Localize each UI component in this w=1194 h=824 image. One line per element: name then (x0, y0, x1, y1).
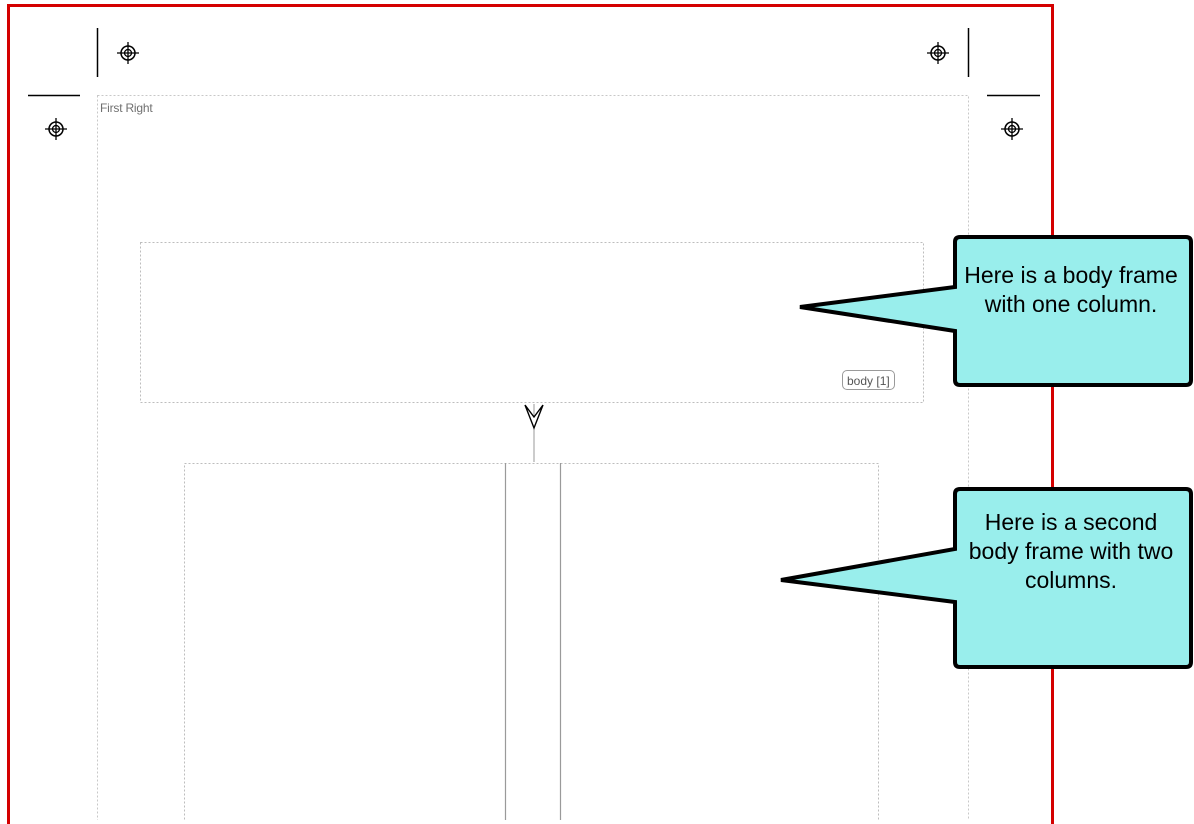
crop-marks (28, 28, 1040, 97)
frame-flow-arrow-icon[interactable] (524, 404, 544, 462)
body-frame-tag[interactable]: body [1] (842, 370, 895, 390)
registration-mark-top-right-icon (926, 41, 950, 65)
registration-mark-left-icon (44, 117, 68, 141)
page-name-label: First Right (100, 101, 153, 115)
registration-mark-top-left-icon (116, 41, 140, 65)
page-margin-outline (97, 95, 969, 820)
registration-mark-right-icon (1000, 117, 1024, 141)
body-frame-two-columns[interactable] (184, 463, 879, 821)
callout-text-2: Here is a second body frame with two col… (968, 509, 1174, 593)
callout-text-1: Here is a body frame with one column. (964, 262, 1178, 317)
body-frame-one-column[interactable] (140, 242, 924, 403)
